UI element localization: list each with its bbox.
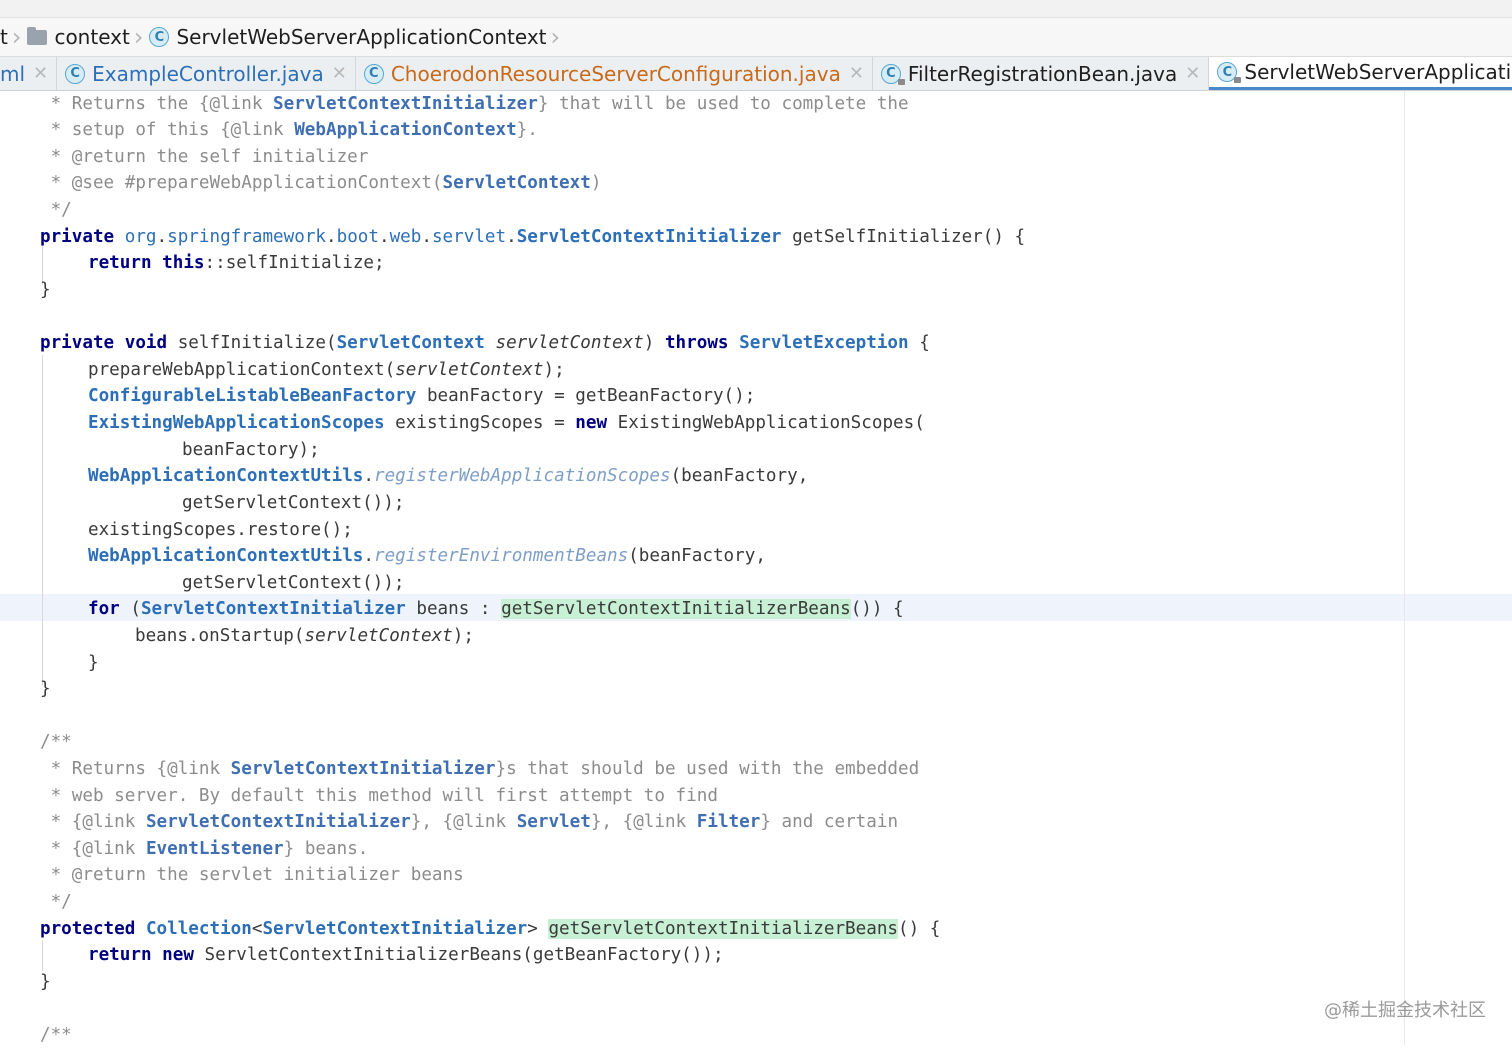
tab-label: ChoerodonResourceServerConfiguration.jav…	[390, 61, 841, 86]
right-margin-guide	[1404, 91, 1405, 1045]
breadcrumb: t › context › C ServletWebServerApplicat…	[0, 18, 1512, 57]
tab-example-controller[interactable]: C ExampleController.java ✕	[57, 57, 356, 90]
code-line: * @return the self initializer	[40, 147, 369, 167]
tab-choerodon-config[interactable]: C ChoerodonResourceServerConfiguration.j…	[356, 57, 873, 90]
code-line: getServletContext());	[182, 573, 405, 593]
tab-label: ServletWebServerApplicationContext.java	[1244, 60, 1512, 84]
code-line: WebApplicationContextUtils.registerEnvir…	[88, 546, 766, 566]
watermark-text: @稀土掘金技术社区	[1324, 1000, 1486, 1021]
code-line: * @see #prepareWebApplicationContext(Ser…	[40, 173, 602, 193]
breadcrumb-class-label: ServletWebServerApplicationContext	[176, 25, 547, 49]
class-icon: C	[1217, 62, 1242, 83]
tab-ml[interactable]: ml ✕	[0, 57, 58, 90]
code-line: * {@link EventListener} beans.	[40, 839, 369, 859]
lock-icon	[897, 78, 905, 85]
code-line: beans.onStartup(servletContext);	[135, 626, 474, 646]
code-line: return this::selfInitialize;	[88, 253, 385, 273]
chevron-right-icon: ›	[133, 23, 144, 51]
indent-guide	[42, 355, 43, 685]
code-line: * Returns {@link ServletContextInitializ…	[40, 759, 920, 779]
code-line: ExistingWebApplicationScopes existingSco…	[88, 413, 925, 433]
code-line: }	[88, 653, 99, 673]
window-top-strip	[0, 0, 1512, 18]
code-line: }	[40, 972, 51, 992]
class-icon: C	[149, 27, 170, 47]
code-line: */	[40, 892, 72, 912]
chevron-right-icon: ›	[550, 23, 561, 51]
tab-label: ml	[0, 61, 26, 86]
code-line: getServletContext());	[182, 493, 405, 513]
usage-highlight: getServletContextInitializerBeans	[501, 599, 851, 619]
code-line: ConfigurableListableBeanFactory beanFact…	[88, 386, 756, 406]
breadcrumb-item-class[interactable]: C ServletWebServerApplicationContext ›	[149, 18, 566, 56]
breadcrumb-lead-label: t	[0, 25, 8, 49]
close-icon[interactable]: ✕	[849, 63, 864, 84]
class-icon: C	[363, 63, 384, 84]
close-icon[interactable]: ✕	[33, 63, 48, 84]
indent-guide	[42, 941, 43, 971]
chevron-right-icon: ›	[11, 23, 22, 51]
code-line: existingScopes.restore();	[88, 520, 353, 540]
code-line: WebApplicationContextUtils.registerWebAp…	[88, 466, 809, 486]
breadcrumb-context-label: context	[54, 25, 130, 49]
code-line: * web server. By default this method wil…	[40, 786, 718, 806]
code-line: * setup of this {@link WebApplicationCon…	[40, 120, 538, 140]
code-line: }	[40, 679, 51, 699]
code-line: beanFactory);	[182, 440, 320, 460]
class-icon-letter: C	[1222, 64, 1233, 80]
class-icon: C	[65, 63, 86, 84]
code-line: /**	[40, 1025, 72, 1045]
code-line: private org.springframework.boot.web.ser…	[40, 227, 1026, 247]
code-editor[interactable]: * Returns the {@link ServletContextIniti…	[0, 91, 1512, 1045]
folder-icon	[27, 26, 48, 45]
code-line: for (ServletContextInitializer beans : g…	[88, 599, 904, 619]
code-line: protected Collection<ServletContextIniti…	[40, 919, 941, 939]
code-line: * {@link ServletContextInitializer}, {@l…	[40, 812, 899, 832]
tab-filter-registration-bean[interactable]: C FilterRegistrationBean.java ✕	[873, 57, 1210, 90]
code-line: * Returns the {@link ServletContextIniti…	[40, 94, 909, 114]
close-icon[interactable]: ✕	[1185, 63, 1200, 84]
tab-label: FilterRegistrationBean.java	[907, 61, 1178, 86]
code-line: prepareWebApplicationContext(servletCont…	[88, 360, 565, 380]
code-line: */	[40, 200, 72, 220]
close-icon[interactable]: ✕	[332, 63, 347, 84]
code-line: }	[40, 280, 51, 300]
code-line: return new ServletContextInitializerBean…	[88, 945, 724, 965]
lock-icon	[1234, 77, 1242, 83]
usage-highlight: getServletContextInitializerBeans	[548, 919, 899, 939]
class-icon-letter: C	[886, 66, 896, 81]
breadcrumb-item-lead[interactable]: t ›	[0, 18, 27, 56]
tab-label: ExampleController.java	[92, 61, 324, 86]
code-line: private void selfInitialize(ServletConte…	[40, 333, 930, 353]
tab-servlet-web-server-app-context[interactable]: C ServletWebServerApplicationContext.jav…	[1209, 57, 1512, 90]
class-icon: C	[880, 63, 905, 85]
code-line: /**	[40, 732, 72, 752]
code-line: * @return the servlet initializer beans	[40, 865, 464, 885]
editor-tab-bar: ml ✕ C ExampleController.java ✕ C Choero…	[0, 57, 1512, 91]
breadcrumb-item-context[interactable]: context ›	[27, 18, 149, 56]
